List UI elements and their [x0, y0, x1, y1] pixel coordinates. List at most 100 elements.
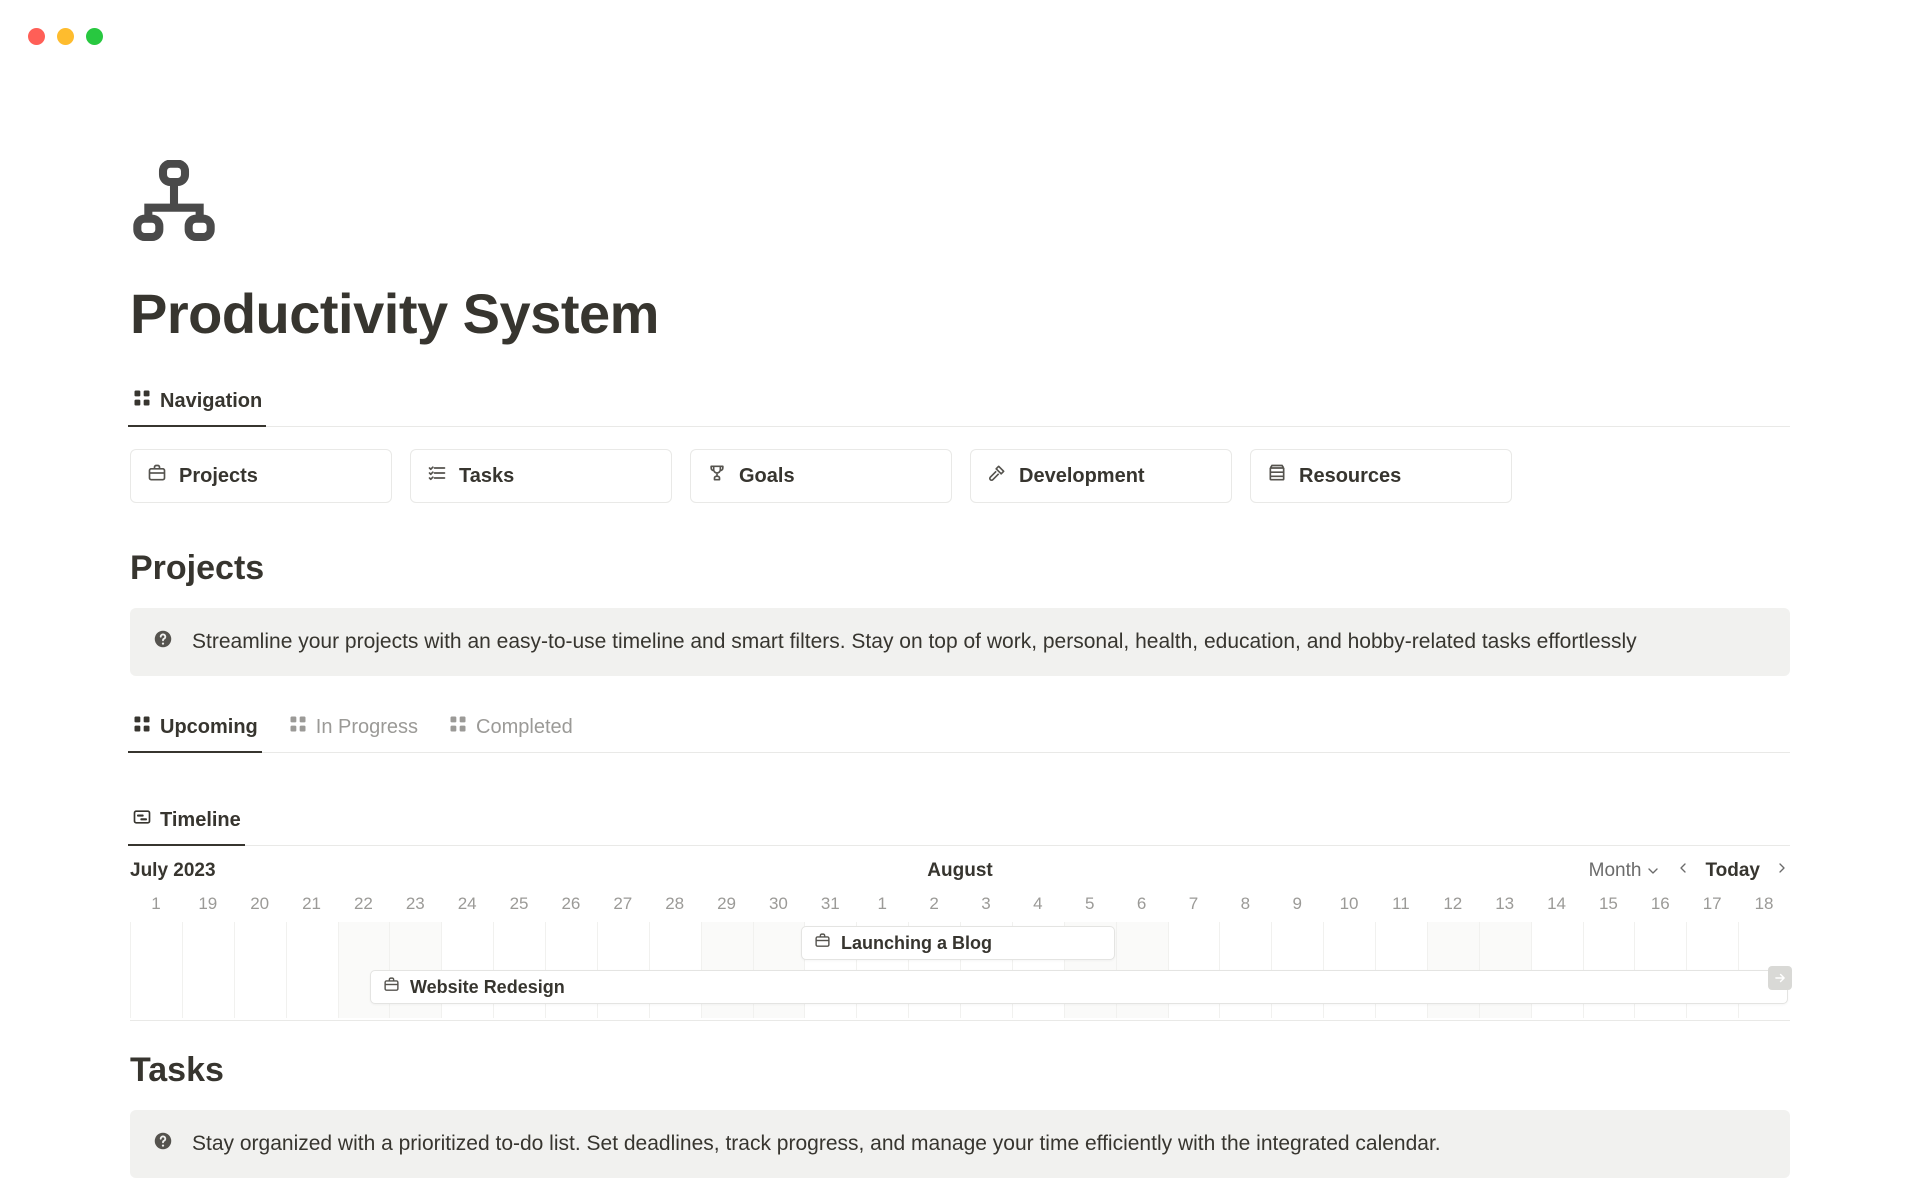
timeline-bar-website-redesign[interactable]: Website Redesign [370, 970, 1788, 1004]
callout-text: Stay organized with a prioritized to-do … [192, 1132, 1441, 1156]
grid-icon [288, 714, 308, 740]
section-heading-projects[interactable]: Projects [130, 549, 1790, 588]
zoom-window-icon[interactable] [86, 28, 103, 45]
timeline-month-left: July 2023 [130, 860, 216, 882]
briefcase-icon [383, 976, 400, 998]
day-tick: 28 [665, 894, 684, 914]
day-tick: 7 [1189, 894, 1198, 914]
project-view-tabs: Timeline [130, 797, 1790, 846]
day-tick: 12 [1443, 894, 1462, 914]
nav-card-tasks[interactable]: Tasks [410, 449, 672, 503]
stack-icon [1267, 463, 1287, 489]
timeline-bar-launching-a-blog[interactable]: Launching a Blog [801, 926, 1115, 960]
briefcase-icon [814, 932, 831, 954]
day-tick: 24 [458, 894, 477, 914]
grid-icon [448, 714, 468, 740]
day-tick: 1 [151, 894, 160, 914]
day-tick: 25 [510, 894, 529, 914]
timeline-next[interactable] [1774, 860, 1790, 882]
day-tick: 20 [250, 894, 269, 914]
day-tick: 16 [1651, 894, 1670, 914]
minimize-window-icon[interactable] [57, 28, 74, 45]
day-tick: 10 [1340, 894, 1359, 914]
nav-card-resources[interactable]: Resources [1250, 449, 1512, 503]
card-label: Tasks [459, 465, 514, 488]
day-tick: 21 [302, 894, 321, 914]
day-tick: 23 [406, 894, 425, 914]
day-tick: 27 [613, 894, 632, 914]
page-icon-sitemap[interactable] [130, 160, 1790, 253]
day-tick: 22 [354, 894, 373, 914]
tab-in-progress[interactable]: In Progress [286, 704, 420, 752]
day-tick: 6 [1137, 894, 1146, 914]
card-label: Resources [1299, 465, 1401, 488]
day-tick: 4 [1033, 894, 1042, 914]
navigation-cards: Projects Tasks Goals Development Resourc… [130, 449, 1790, 503]
checklist-icon [427, 463, 447, 489]
card-label: Development [1019, 465, 1145, 488]
chevron-right-icon [1774, 860, 1790, 876]
callout-text: Streamline your projects with an easy-to… [192, 630, 1637, 654]
bar-label: Launching a Blog [841, 933, 992, 954]
timeline-body[interactable]: Launching a Blog Website Redesign [130, 922, 1790, 1018]
timeline-header: July 2023 August Month Today [130, 860, 1790, 882]
nav-card-goals[interactable]: Goals [690, 449, 952, 503]
trophy-icon [707, 463, 727, 489]
day-tick: 29 [717, 894, 736, 914]
chevron-left-icon [1675, 860, 1691, 876]
day-tick: 11 [1392, 894, 1410, 914]
page-title[interactable]: Productivity System [130, 281, 1790, 346]
timeline-today-button[interactable]: Today [1705, 860, 1760, 882]
card-label: Projects [179, 465, 258, 488]
timeline-month-center: August [927, 860, 992, 882]
divider [130, 1020, 1790, 1021]
day-tick: 30 [769, 894, 788, 914]
tab-label: Completed [476, 716, 573, 739]
window-controls [28, 28, 103, 45]
grid-icon [132, 714, 152, 740]
tab-label: Navigation [160, 390, 262, 413]
view-tab-bar: Navigation [130, 378, 1790, 427]
day-tick: 19 [198, 894, 217, 914]
help-icon [152, 628, 174, 656]
day-tick: 17 [1703, 894, 1722, 914]
day-tick: 31 [821, 894, 840, 914]
hammer-icon [987, 463, 1007, 489]
tab-label: Timeline [160, 809, 241, 832]
day-tick: 8 [1241, 894, 1250, 914]
close-window-icon[interactable] [28, 28, 45, 45]
chevron-down-icon [1645, 863, 1661, 879]
day-tick: 13 [1495, 894, 1514, 914]
tab-label: Upcoming [160, 716, 258, 739]
timeline-scale-select[interactable]: Month [1589, 860, 1662, 882]
tab-navigation[interactable]: Navigation [130, 378, 264, 426]
day-tick: 3 [981, 894, 990, 914]
card-label: Goals [739, 465, 795, 488]
project-status-tabs: Upcoming In Progress Completed [130, 704, 1790, 753]
timeline-icon [132, 807, 152, 833]
timeline-day-scale: 1192021222324252627282930311234567891011… [130, 888, 1790, 922]
tasks-callout[interactable]: Stay organized with a prioritized to-do … [130, 1110, 1790, 1178]
projects-callout[interactable]: Streamline your projects with an easy-to… [130, 608, 1790, 676]
tab-label: In Progress [316, 716, 418, 739]
bar-label: Website Redesign [410, 977, 565, 998]
day-tick: 26 [561, 894, 580, 914]
tab-upcoming[interactable]: Upcoming [130, 704, 260, 752]
nav-card-development[interactable]: Development [970, 449, 1232, 503]
tab-completed[interactable]: Completed [446, 704, 575, 752]
day-tick: 1 [877, 894, 886, 914]
day-tick: 5 [1085, 894, 1094, 914]
timeline-prev[interactable] [1675, 860, 1691, 882]
briefcase-icon [147, 463, 167, 489]
day-tick: 15 [1599, 894, 1618, 914]
day-tick: 9 [1292, 894, 1301, 914]
nav-card-projects[interactable]: Projects [130, 449, 392, 503]
grid-icon [132, 388, 152, 414]
help-icon [152, 1130, 174, 1158]
day-tick: 18 [1755, 894, 1774, 914]
day-tick: 2 [929, 894, 938, 914]
timeline-continues-icon[interactable] [1768, 966, 1792, 990]
section-heading-tasks[interactable]: Tasks [130, 1051, 1790, 1090]
tab-timeline[interactable]: Timeline [130, 797, 243, 845]
day-tick: 14 [1547, 894, 1566, 914]
